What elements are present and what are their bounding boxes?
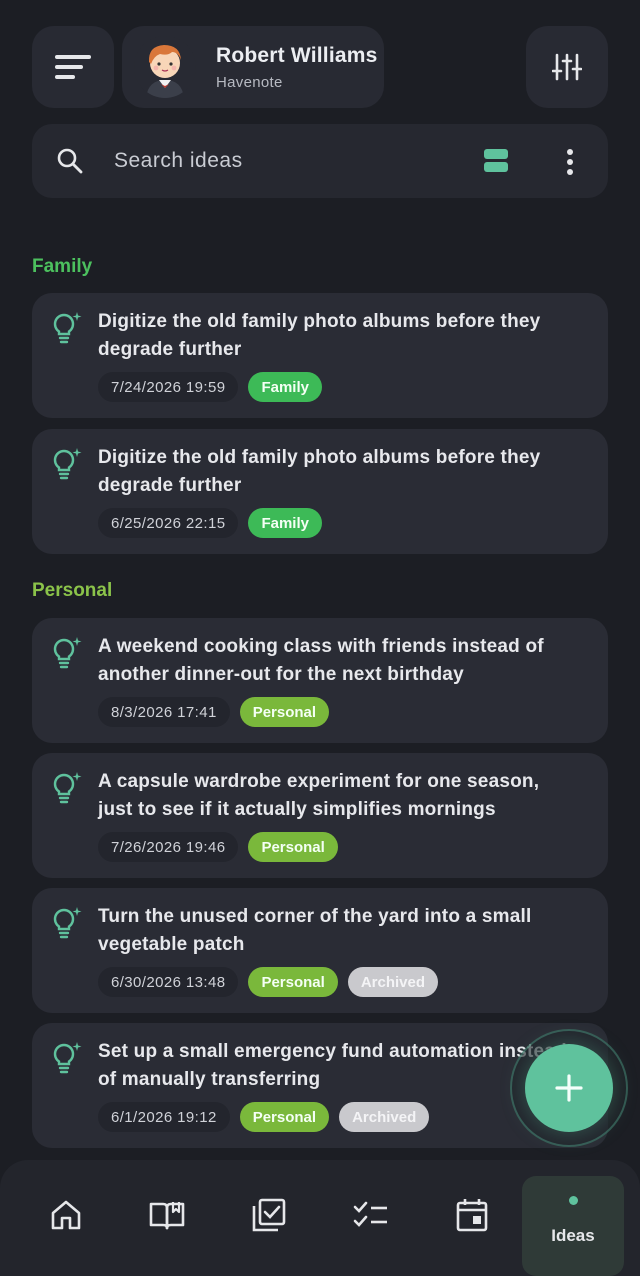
top-bar: Robert Williams Havenote — [32, 26, 608, 108]
menu-button[interactable] — [32, 26, 114, 108]
search-bar — [32, 124, 608, 198]
nav-calendar[interactable] — [447, 1190, 497, 1240]
profile-chip[interactable]: Robert Williams Havenote — [122, 26, 384, 108]
tag-family[interactable]: Family — [248, 508, 322, 538]
plus-icon — [555, 1074, 583, 1102]
idea-title: A capsule wardrobe experiment for one se… — [98, 771, 540, 820]
idea-title: Digitize the old family photo albums bef… — [98, 447, 541, 496]
lightbulb-icon — [53, 312, 82, 344]
date-chip: 6/25/2026 22:15 — [98, 508, 239, 538]
lightbulb-icon — [53, 637, 82, 669]
nav-home[interactable] — [41, 1190, 91, 1240]
tag-family[interactable]: Family — [248, 372, 322, 402]
idea-title: Digitize the old family photo albums bef… — [98, 311, 541, 360]
checkbox-icon — [252, 1198, 286, 1232]
bottom-navigation: Ideas — [0, 1160, 640, 1276]
idea-card[interactable]: A capsule wardrobe experiment for one se… — [32, 753, 608, 878]
user-name: Robert Williams — [216, 43, 378, 67]
lightbulb-icon — [53, 1042, 82, 1074]
tag-archived[interactable]: Archived — [339, 1102, 430, 1132]
lightbulb-icon — [53, 772, 82, 804]
calendar-icon — [456, 1199, 488, 1232]
date-chip: 7/24/2026 19:59 — [98, 372, 239, 402]
date-chip: 6/1/2026 19:12 — [98, 1102, 230, 1132]
date-chip: 6/30/2026 13:48 — [98, 967, 239, 997]
lightbulb-icon — [53, 448, 82, 480]
nav-ideas[interactable]: Ideas — [522, 1176, 624, 1276]
idea-card[interactable]: Digitize the old family photo albums bef… — [32, 293, 608, 418]
home-icon — [51, 1200, 81, 1230]
nav-notes[interactable] — [142, 1190, 192, 1240]
idea-title: Turn the unused corner of the yard into … — [98, 906, 532, 955]
add-idea-button[interactable] — [525, 1044, 613, 1132]
search-icon[interactable] — [56, 147, 84, 175]
date-chip: 8/3/2026 17:41 — [98, 697, 230, 727]
lightbulb-icon — [53, 907, 82, 939]
idea-card[interactable]: A weekend cooking class with friends ins… — [32, 618, 608, 743]
nav-tasks[interactable] — [244, 1190, 294, 1240]
nav-ideas-label: Ideas — [551, 1226, 595, 1245]
tag-archived[interactable]: Archived — [347, 967, 439, 997]
tag-personal[interactable]: Personal — [248, 967, 338, 997]
idea-title: Set up a small emergency fund automation… — [98, 1041, 567, 1090]
menu-icon — [55, 55, 91, 79]
view-layout-icon[interactable] — [484, 149, 508, 173]
idea-title: A weekend cooking class with friends ins… — [98, 636, 544, 685]
section-label-family: Family — [32, 256, 93, 277]
tag-personal[interactable]: Personal — [239, 697, 330, 727]
app-name: Havenote — [216, 73, 283, 91]
nav-checklist[interactable] — [346, 1190, 396, 1240]
sliders-icon — [552, 53, 582, 81]
book-icon — [149, 1202, 185, 1230]
section-label-personal: Personal — [32, 580, 113, 601]
filter-button[interactable] — [526, 26, 608, 108]
tag-personal[interactable]: Personal — [239, 1102, 330, 1132]
active-indicator-dot — [569, 1196, 578, 1205]
search-input[interactable] — [114, 149, 444, 173]
idea-card[interactable]: Turn the unused corner of the yard into … — [32, 888, 608, 1013]
tag-personal[interactable]: Personal — [248, 832, 338, 862]
date-chip: 7/26/2026 19:46 — [98, 832, 239, 862]
more-vert-icon[interactable] — [562, 148, 578, 176]
idea-card[interactable]: Digitize the old family photo albums bef… — [32, 429, 608, 554]
avatar — [134, 36, 196, 98]
checklist-icon — [353, 1201, 387, 1227]
